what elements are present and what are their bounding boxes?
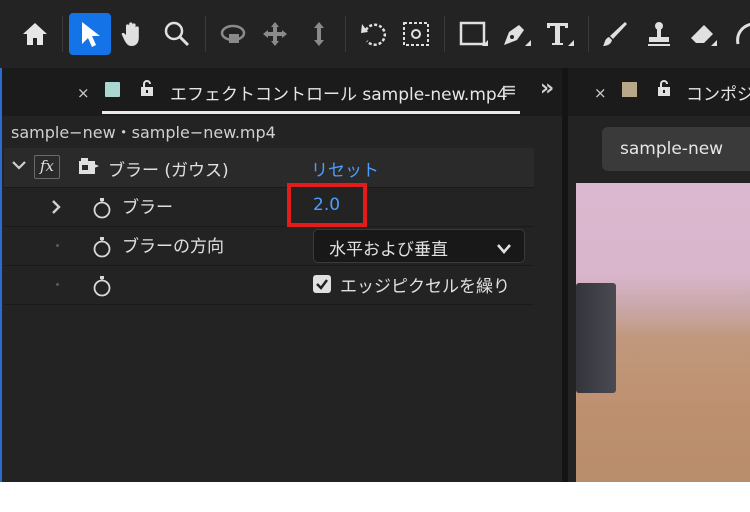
roto-brush-icon[interactable] — [725, 13, 750, 55]
layer-breadcrumb: sample−new・sample−new.mp4 — [11, 123, 276, 142]
lock-icon[interactable] — [656, 79, 672, 101]
clone-stamp-icon[interactable] — [638, 13, 680, 55]
effect-controls-tab-title[interactable]: エフェクトコントロール sample-new.mp4 — [170, 80, 508, 105]
blur-direction-property-row: ブラーの方向 水平および垂直 — [4, 227, 534, 266]
toolbar-divider — [588, 16, 589, 52]
toolbar-divider — [345, 16, 346, 52]
pen-tool-icon[interactable] — [495, 13, 537, 55]
close-tab-button[interactable]: × — [77, 84, 90, 102]
active-tab-indicator — [102, 111, 520, 114]
dolly-camera-icon[interactable] — [298, 13, 340, 55]
pan-camera-icon[interactable] — [254, 13, 296, 55]
chevron-down-icon[interactable] — [12, 158, 26, 176]
effect-preset-icon — [78, 157, 100, 179]
chevron-down-icon — [496, 240, 512, 259]
effect-controls-panel: × エフェクトコントロール sample-new.mp4 ≡ » sample−… — [0, 68, 564, 482]
rectangle-tool-icon[interactable] — [452, 13, 494, 55]
preview-image — [576, 283, 616, 393]
layer-color-swatch — [105, 82, 120, 97]
toolbar-divider — [62, 16, 63, 52]
composition-tab-bar: × コンポジシ — [568, 68, 750, 116]
hand-tool-icon[interactable] — [111, 13, 153, 55]
tools-toolbar — [0, 0, 750, 68]
chevron-right-icon[interactable] — [50, 200, 62, 218]
panel-overflow-icon[interactable]: » — [540, 76, 554, 101]
type-tool-icon[interactable] — [538, 13, 580, 55]
composition-selector[interactable]: sample-new — [602, 127, 750, 171]
pan-behind-icon[interactable] — [395, 13, 437, 55]
blur-direction-dropdown[interactable]: 水平および垂直 — [313, 229, 525, 263]
brush-tool-icon[interactable] — [594, 13, 636, 55]
toolbar-divider — [205, 16, 206, 52]
blur-direction-label: ブラーの方向 — [122, 237, 224, 257]
blur-direction-value: 水平および垂直 — [329, 240, 448, 260]
keyframe-dot — [56, 283, 59, 286]
repeat-edge-property-row: エッジピクセルを繰り — [4, 266, 534, 305]
stopwatch-icon[interactable] — [92, 275, 112, 301]
selection-tool-icon[interactable] — [69, 13, 111, 55]
composition-panel: × コンポジシ sample-new — [562, 68, 750, 482]
repeat-edge-label[interactable]: エッジピクセルを繰り — [340, 272, 510, 297]
reset-button[interactable]: リセット — [311, 156, 379, 181]
stopwatch-icon[interactable] — [92, 197, 112, 223]
comp-color-swatch — [622, 82, 637, 97]
highlight-annotation — [287, 183, 367, 227]
rotate-tool-icon[interactable] — [353, 13, 395, 55]
panel-menu-icon[interactable]: ≡ — [501, 79, 517, 101]
composition-tab-title[interactable]: コンポジシ — [686, 80, 750, 105]
close-tab-button[interactable]: × — [594, 84, 607, 102]
toolbar-divider — [444, 16, 445, 52]
blurriness-property-row: ブラー 2.0 — [4, 183, 534, 227]
keyframe-dot — [56, 244, 59, 247]
stopwatch-icon[interactable] — [92, 236, 112, 262]
effect-controls-tab-bar: × エフェクトコントロール sample-new.mp4 ≡ » — [2, 68, 564, 116]
orbit-camera-icon[interactable] — [212, 13, 254, 55]
lock-icon[interactable] — [139, 79, 155, 101]
effect-header-row: fx ブラー (ガウス) リセット — [4, 148, 534, 188]
effect-name: ブラー (ガウス) — [108, 161, 229, 181]
fx-toggle[interactable]: fx — [34, 155, 60, 179]
eraser-tool-icon[interactable] — [681, 13, 723, 55]
composition-viewer[interactable] — [576, 183, 750, 482]
blurriness-label: ブラー — [122, 198, 173, 218]
effect-property-list: fx ブラー (ガウス) リセット ブラー 2.0 ブラーの方向 水平および垂直… — [4, 148, 534, 305]
zoom-tool-icon[interactable] — [156, 13, 198, 55]
app-window: × エフェクトコントロール sample-new.mp4 ≡ » sample−… — [0, 0, 750, 482]
repeat-edge-checkbox[interactable] — [313, 275, 331, 293]
composition-name: sample-new — [620, 139, 724, 159]
home-icon[interactable] — [14, 13, 56, 55]
